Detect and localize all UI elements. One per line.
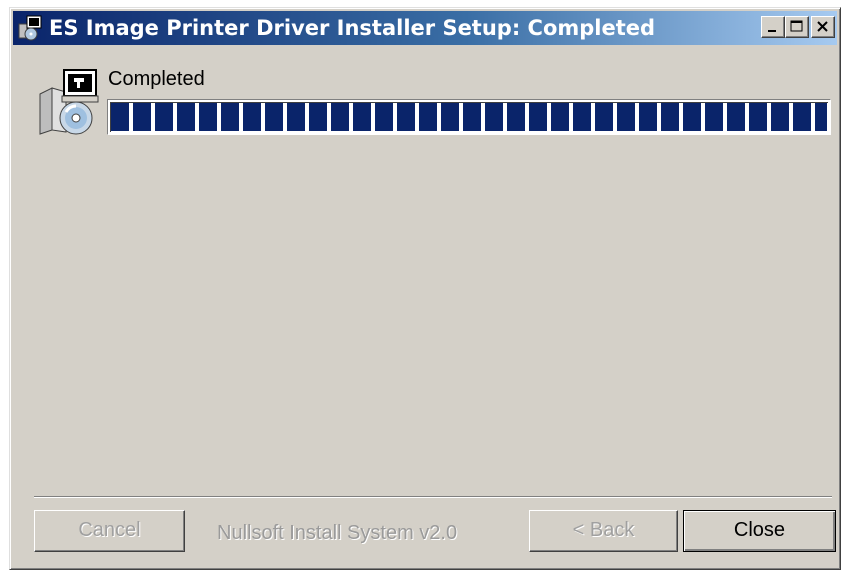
title-bar[interactable]: ES Image Printer Driver Installer Setup:… — [13, 11, 837, 45]
close-window-button[interactable] — [811, 16, 835, 38]
installer-cd-icon — [39, 69, 99, 135]
maximize-icon — [790, 20, 803, 32]
cancel-button[interactable]: Cancel — [34, 510, 185, 552]
back-button[interactable]: < Back — [529, 510, 678, 552]
close-icon — [817, 21, 828, 32]
progress-fill — [111, 103, 827, 131]
status-text: Completed — [108, 68, 205, 90]
footer-separator — [34, 496, 832, 498]
progress-bar — [107, 99, 831, 135]
installer-icon — [18, 15, 42, 41]
maximize-button[interactable] — [785, 16, 809, 38]
close-button[interactable]: Close — [683, 510, 836, 552]
minimize-button[interactable] — [761, 16, 785, 38]
minimize-icon — [768, 30, 776, 32]
branding-text: Nullsoft Install System v2.0 — [217, 522, 458, 544]
window-title: ES Image Printer Driver Installer Setup:… — [49, 16, 656, 40]
installer-window: ES Image Printer Driver Installer Setup:… — [9, 7, 841, 570]
